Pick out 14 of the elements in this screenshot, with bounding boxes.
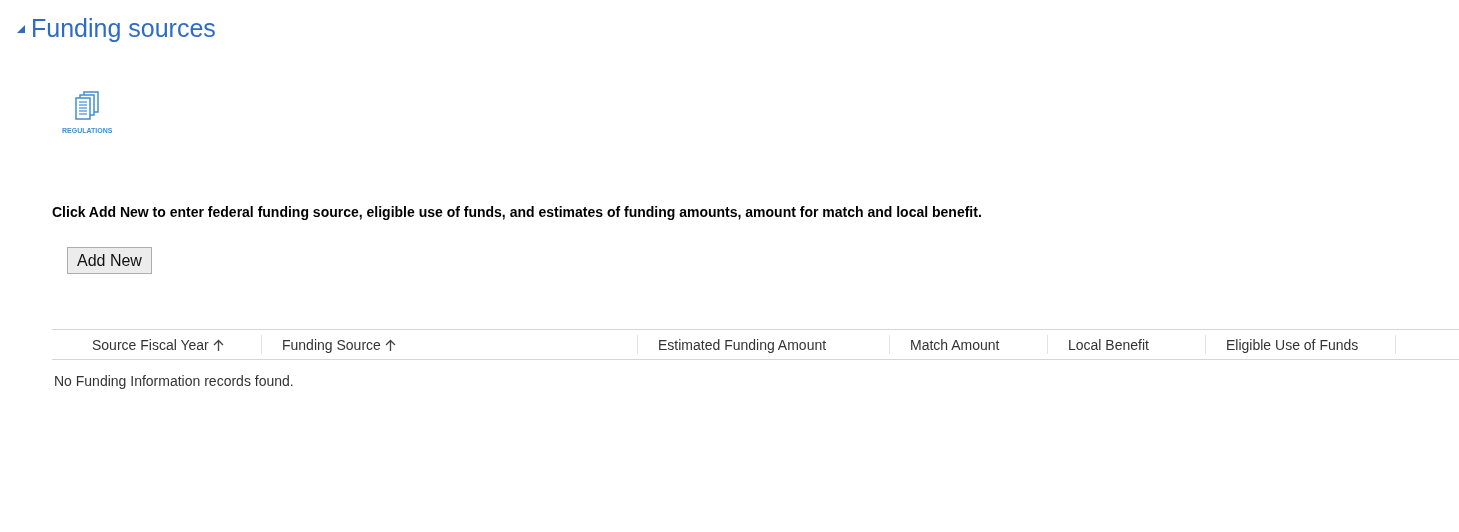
instructions-text: Click Add New to enter federal funding source, eligible use of funds, and estimates of funding amounts, amount for match and local benefit. — [52, 204, 983, 220]
add-new-button[interactable]: Add New — [67, 247, 152, 274]
column-header[interactable]: Eligible Use of Funds — [1226, 336, 1359, 353]
column-header[interactable]: Match Amount — [910, 336, 1000, 353]
column-header[interactable]: Funding Source — [282, 336, 381, 353]
column-header[interactable]: Source Fiscal Year — [92, 336, 209, 353]
column-header[interactable]: Estimated Funding Amount — [658, 336, 827, 353]
column-header[interactable]: Local Benefit — [1068, 336, 1149, 353]
empty-message: No Funding Information records found. — [53, 373, 295, 389]
sort-ascending-icon[interactable] — [384, 338, 396, 351]
sort-ascending-icon[interactable] — [212, 338, 224, 351]
collapse-triangle-icon[interactable] — [16, 24, 25, 33]
documents-icon — [74, 91, 101, 121]
section-title: Funding sources — [31, 14, 216, 43]
